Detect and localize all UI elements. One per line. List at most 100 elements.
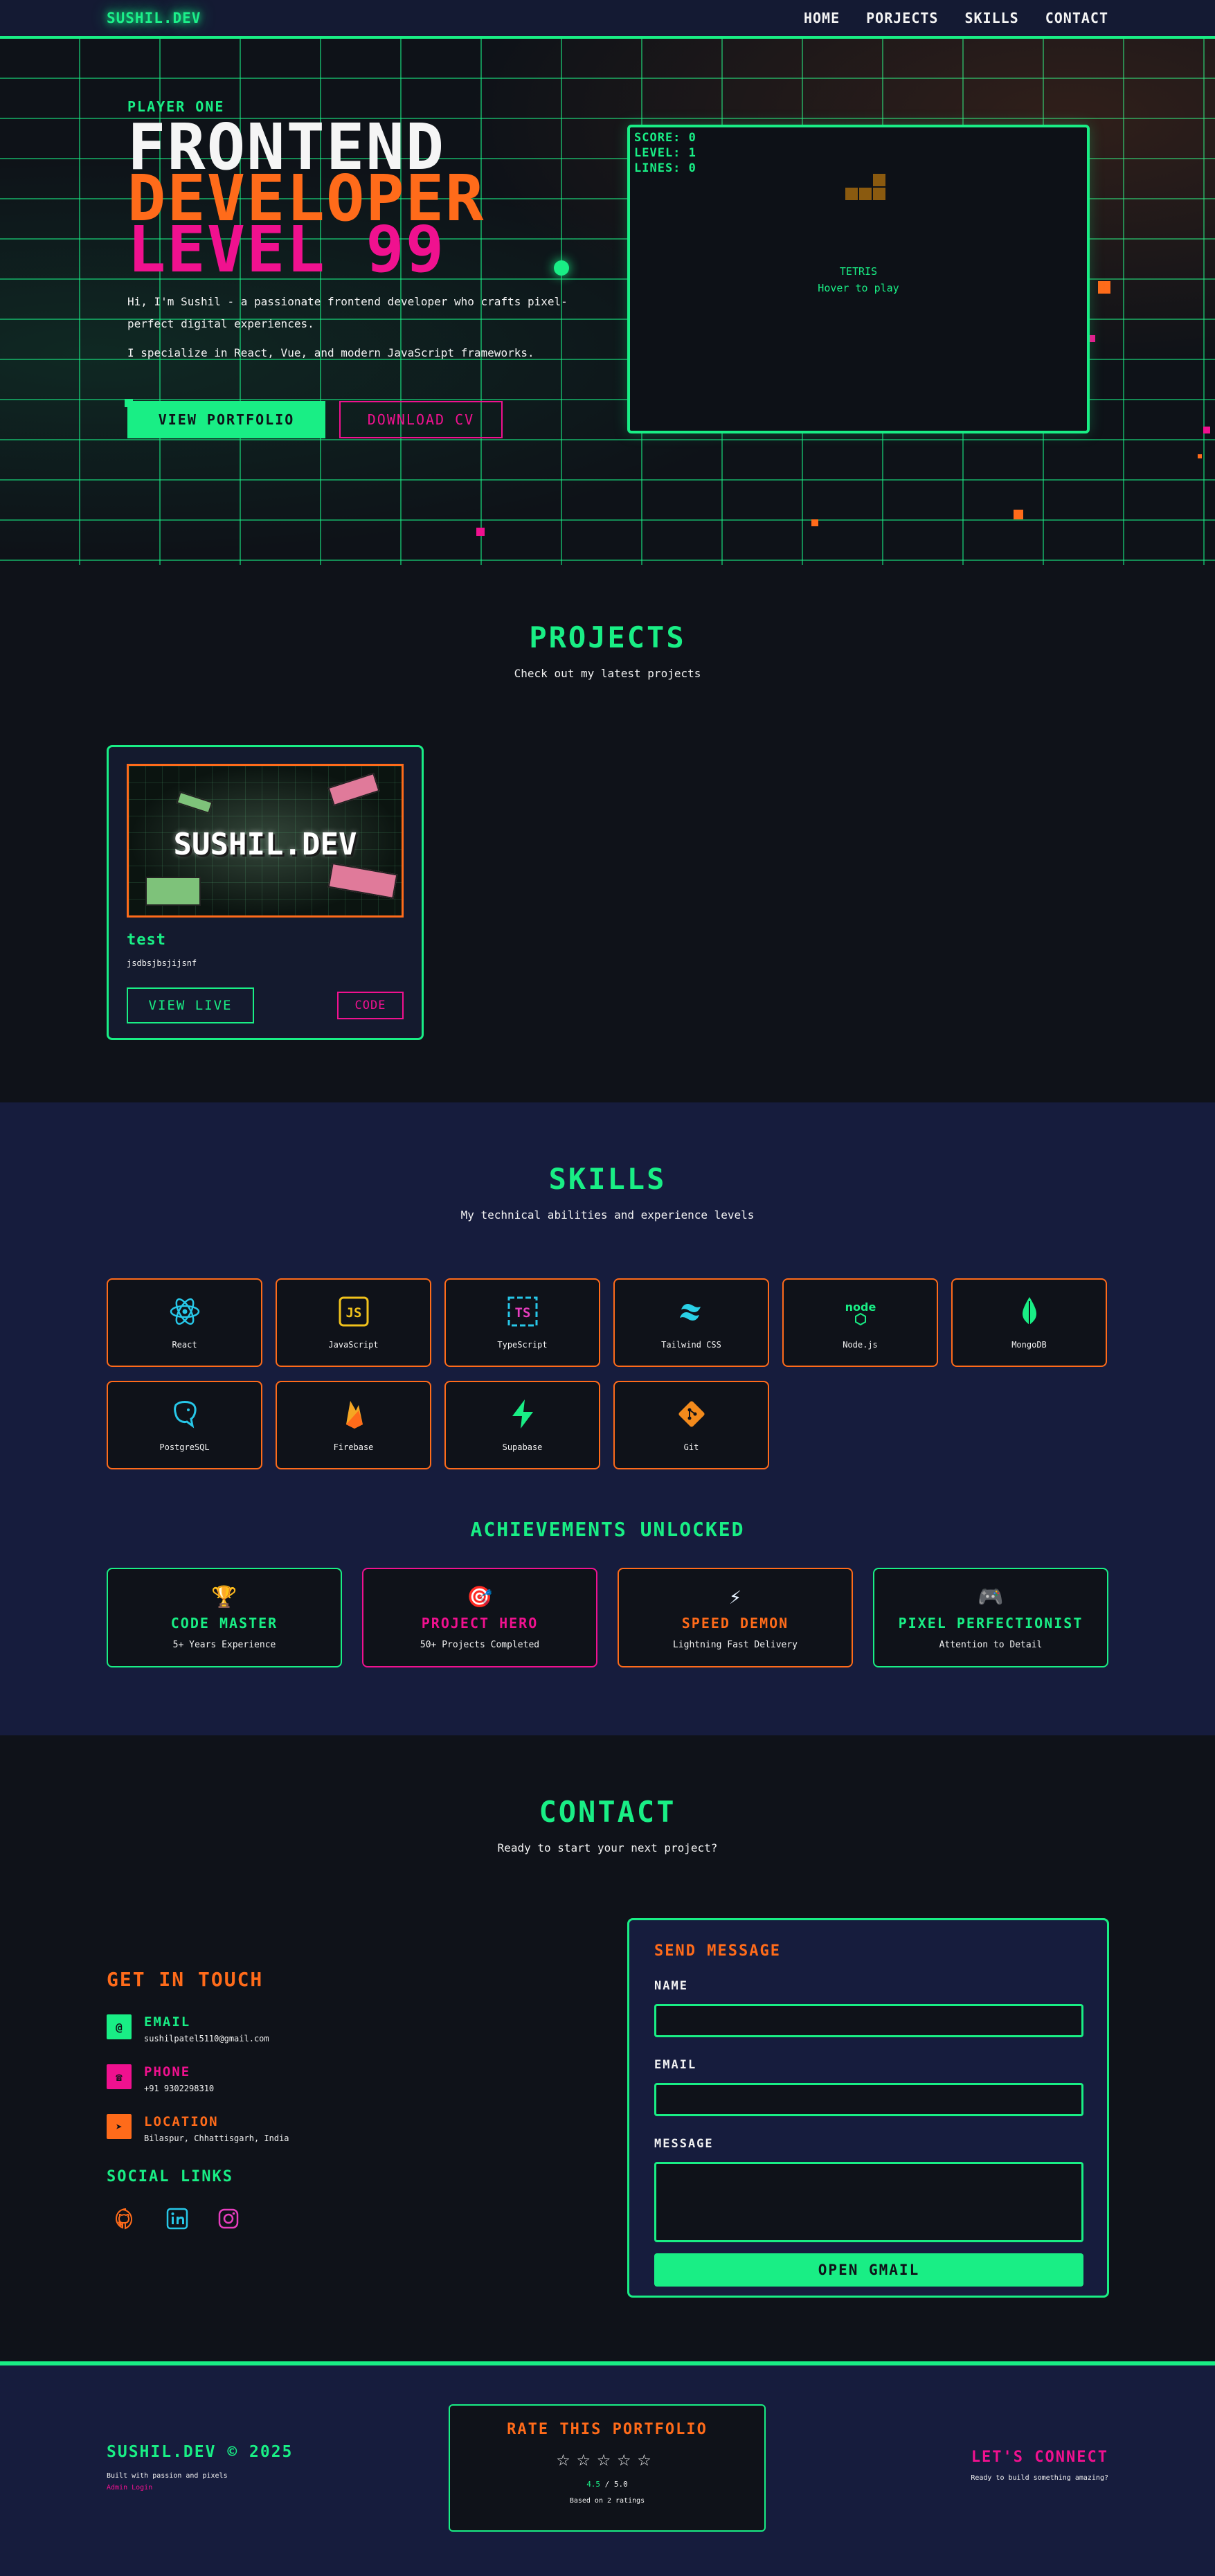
achievement-desc: Lightning Fast Delivery	[672, 1639, 798, 1650]
open-gmail-button[interactable]: OPEN GMAIL	[654, 2253, 1083, 2287]
rating-title: RATE THIS PORTFOLIO	[507, 2421, 708, 2438]
contact-title: CONTACT	[539, 1795, 676, 1829]
code-button[interactable]: CODE	[337, 992, 404, 1019]
star-rating-input[interactable]: ☆☆☆☆☆	[450, 2445, 764, 2471]
achievement-desc: Attention to Detail	[939, 1639, 1043, 1650]
decor-pixel	[1203, 427, 1210, 433]
skills-section: SKILLS My technical abilities and experi…	[0, 1102, 1215, 1735]
instagram-icon[interactable]	[216, 2206, 241, 2231]
phone-value[interactable]: +91 9302298310	[144, 2084, 214, 2093]
skill-card-tailwind: Tailwind CSS	[613, 1278, 769, 1367]
footer: SUSHIL.DEV © 2025 Built with passion and…	[0, 2361, 1215, 2576]
project-actions: VIEW LIVE CODE	[127, 987, 404, 1023]
contact-form: SEND MESSAGE NAME EMAIL MESSAGE OPEN GMA…	[627, 1918, 1109, 2298]
phone-label: PHONE	[144, 2064, 191, 2079]
view-portfolio-button[interactable]: VIEW PORTFOLIO	[127, 401, 325, 438]
skill-name: JavaScript	[328, 1340, 379, 1350]
github-icon[interactable]	[114, 2206, 138, 2231]
site-logo[interactable]: SUSHIL.DEV	[107, 10, 201, 26]
hero-actions: VIEW PORTFOLIO DOWNLOAD CV	[127, 401, 570, 438]
contact-section: CONTACT Ready to start your next project…	[0, 1735, 1215, 2361]
projects-section: PROJECTS Check out my latest projects SU…	[0, 565, 1215, 1102]
git-icon	[678, 1401, 705, 1427]
location-label: LOCATION	[144, 2114, 219, 2129]
form-email-label: EMAIL	[654, 2058, 697, 2072]
skills-grid: React JS JavaScript TS TypeScript Tailwi…	[107, 1278, 1109, 1469]
skill-name: MongoDB	[1011, 1340, 1047, 1350]
skill-name: Node.js	[843, 1340, 878, 1350]
tetris-score: SCORE: 0	[634, 131, 696, 145]
rating-max: / 5.0	[600, 2480, 628, 2489]
achievement-name: SPEED DEMON	[681, 1614, 789, 1631]
get-in-touch-heading: GET IN TOUCH	[107, 1968, 264, 1991]
name-label: NAME	[654, 1979, 688, 1993]
nav-link-projects[interactable]: PORJECTS	[866, 10, 938, 26]
message-field[interactable]	[654, 2162, 1083, 2242]
message-label: MESSAGE	[654, 2137, 714, 2151]
tetris-hint: Hover to play	[818, 282, 899, 294]
firebase-icon	[345, 1401, 363, 1429]
nav-link-contact[interactable]: CONTACT	[1045, 10, 1108, 26]
name-field[interactable]	[654, 2004, 1083, 2037]
achievement-card: 🏆 CODE MASTER 5+ Years Experience	[107, 1568, 342, 1667]
skill-card-javascript: JS JavaScript	[276, 1278, 431, 1367]
linkedin-icon[interactable]	[165, 2206, 190, 2231]
decor-pixel	[1014, 510, 1023, 519]
skill-card-react: React	[107, 1278, 262, 1367]
top-navbar: SUSHIL.DEV HOME PORJECTS SKILLS CONTACT	[0, 0, 1215, 39]
skill-card-git: Git	[613, 1381, 769, 1469]
skill-card-supabase: Supabase	[444, 1381, 600, 1469]
decor-pixel	[1198, 454, 1202, 458]
skill-card-firebase: Firebase	[276, 1381, 431, 1469]
skill-name: PostgreSQL	[159, 1442, 210, 1452]
postgresql-icon	[173, 1401, 197, 1429]
decor-pixel	[1098, 281, 1110, 294]
email-label: EMAIL	[144, 2014, 191, 2030]
project-thumbnail: SUSHIL.DEV	[127, 764, 404, 918]
footer-connect-block: LET'S CONNECT Ready to build something a…	[971, 2449, 1108, 2482]
send-message-heading: SEND MESSAGE	[654, 1942, 781, 1960]
supabase-icon	[512, 1399, 533, 1429]
skill-card-mongodb: MongoDB	[951, 1278, 1107, 1367]
mongodb-icon	[1022, 1297, 1036, 1326]
svg-text:JS: JS	[345, 1305, 361, 1321]
skill-name: TypeScript	[497, 1340, 548, 1350]
skill-card-typescript: TS TypeScript	[444, 1278, 600, 1367]
rating-widget: RATE THIS PORTFOLIO ☆☆☆☆☆ 4.5 / 5.0 Base…	[449, 2404, 766, 2532]
achievement-desc: 5+ Years Experience	[172, 1639, 276, 1650]
achievement-name: PIXEL PERFECTIONIST	[898, 1614, 1083, 1631]
tetris-name: TETRIS	[839, 265, 878, 278]
project-thumbnail-text: SUSHIL.DEV	[173, 827, 357, 862]
view-live-button[interactable]: VIEW LIVE	[127, 987, 254, 1023]
svg-text:TS: TS	[514, 1305, 530, 1321]
skill-name: Git	[683, 1442, 699, 1452]
hero-specialty-text: I specialize in React, Vue, and modern J…	[127, 346, 534, 359]
location-value: Bilaspur, Chhattisgarh, India	[144, 2134, 289, 2143]
skill-card-postgresql: PostgreSQL	[107, 1381, 262, 1469]
email-field[interactable]	[654, 2083, 1083, 2116]
tetris-game-panel[interactable]: SCORE: 0 LEVEL: 1 LINES: 0 TETRIS Hover …	[627, 125, 1090, 433]
projects-title: PROJECTS	[529, 620, 686, 654]
skill-name: Tailwind CSS	[661, 1340, 721, 1350]
achievement-card: 🎮 PIXEL PERFECTIONIST Attention to Detai…	[873, 1568, 1108, 1667]
email-value[interactable]: sushilpatel5110@gmail.com	[144, 2034, 269, 2043]
admin-login-link[interactable]: Admin Login	[107, 2484, 293, 2492]
trophy-icon: 🏆	[211, 1584, 237, 1609]
nav-link-skills[interactable]: SKILLS	[964, 10, 1018, 26]
nav-link-home[interactable]: HOME	[804, 10, 840, 26]
achievement-name: PROJECT HERO	[421, 1614, 539, 1631]
decor-pixel	[811, 519, 818, 526]
lightning-icon: ⚡	[728, 1584, 742, 1609]
achievement-name: CODE MASTER	[170, 1614, 278, 1631]
skill-name: Firebase	[333, 1442, 374, 1452]
contact-info: GET IN TOUCH @ EMAIL sushilpatel5110@gma…	[107, 1968, 494, 2231]
achievements-title: ACHIEVEMENTS UNLOCKED	[470, 1518, 745, 1541]
rating-count: Based on 2 ratings	[569, 2497, 645, 2505]
projects-subtitle: Check out my latest projects	[514, 667, 701, 680]
download-cv-button[interactable]: DOWNLOAD CV	[339, 401, 503, 438]
location-icon: ➤	[107, 2114, 132, 2139]
skills-subtitle: My technical abilities and experience le…	[460, 1208, 755, 1222]
hero-intro: PLAYER ONE FRONTEND DEVELOPER LEVEL 99 H…	[127, 98, 570, 438]
tetris-level: LEVEL: 1	[634, 146, 696, 160]
tailwind-icon	[679, 1304, 701, 1321]
